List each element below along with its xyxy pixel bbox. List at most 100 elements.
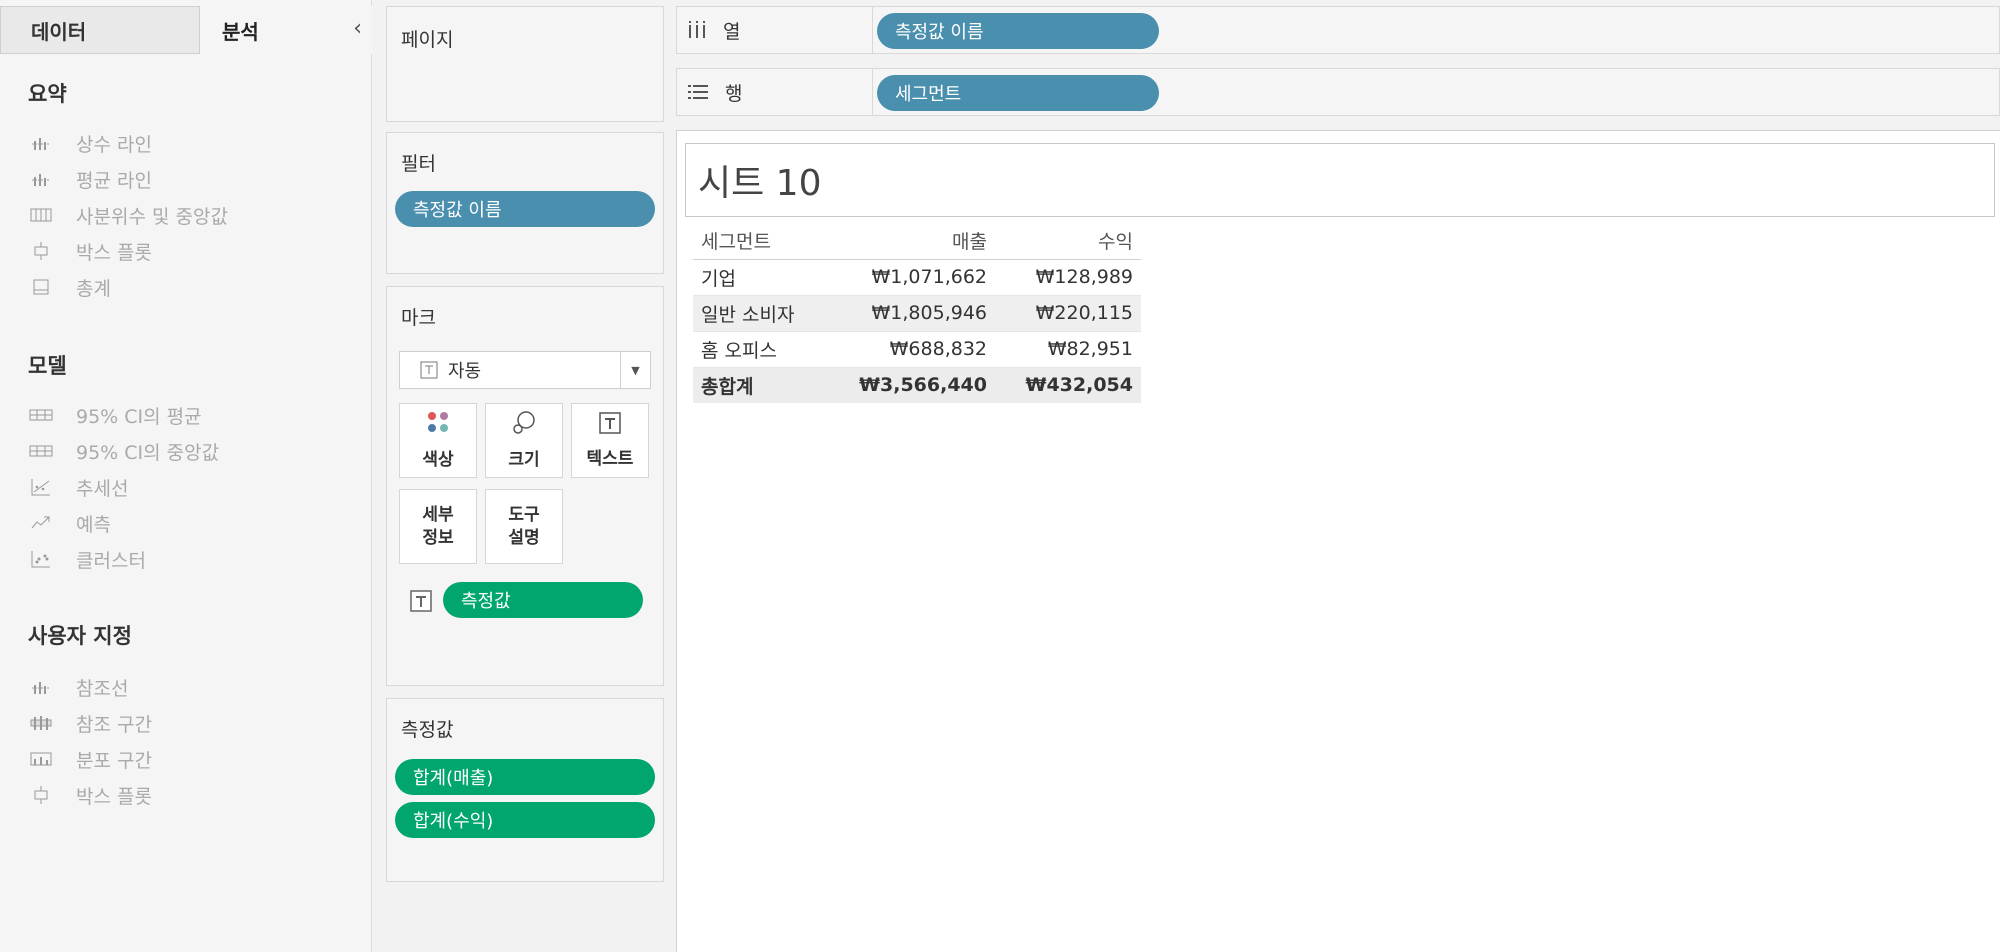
analytics-item-quartiles[interactable]: 사분위수 및 중앙값 bbox=[28, 200, 228, 230]
analytics-item-label: 참조선 bbox=[76, 677, 129, 700]
model-section-title: 모델 bbox=[28, 354, 67, 378]
columns-pill-measure-names[interactable]: 측정값 이름 bbox=[877, 13, 1159, 49]
pages-shelf[interactable]: 페이지 bbox=[386, 6, 664, 122]
sheet-title[interactable]: 시트 10 bbox=[685, 143, 1995, 217]
analytics-item-forecast[interactable]: 예측 bbox=[28, 508, 111, 538]
cell-segment: 기업 bbox=[693, 259, 835, 296]
quartile-icon bbox=[28, 204, 54, 226]
rows-shelf[interactable]: 행 세그먼트 bbox=[676, 68, 2000, 116]
analytics-item-label: 평균 라인 bbox=[76, 169, 152, 192]
tab-data[interactable]: 데이터 bbox=[0, 6, 200, 54]
text-mark-icon bbox=[409, 589, 433, 617]
sheet-view[interactable]: 시트 10 세그먼트 매출 수익 기업 ₩1,071,662 ₩128,989 … bbox=[676, 130, 2000, 952]
rows-pill-segment[interactable]: 세그먼트 bbox=[877, 75, 1159, 111]
analytics-item-label: 95% CI의 중앙값 bbox=[76, 441, 220, 464]
analytics-item-constant-line[interactable]: 상수 라인 bbox=[28, 128, 152, 158]
tableau-workspace: 데이터 분석 ‹ 요약 상수 라인 평균 라인 사분위수 및 중앙값 박스 플롯… bbox=[0, 0, 2000, 952]
analytics-item-trend-line[interactable]: 추세선 bbox=[28, 472, 128, 502]
analytics-item-average-line[interactable]: 평균 라인 bbox=[28, 164, 152, 194]
grand-total-row[interactable]: 총합계 ₩3,566,440 ₩432,054 bbox=[693, 366, 1141, 403]
marks-color-button[interactable]: 색상 bbox=[399, 403, 477, 478]
header-sales[interactable]: 매출 bbox=[835, 223, 995, 260]
reference-band-icon bbox=[28, 712, 54, 734]
crosstab-table: 세그먼트 매출 수익 기업 ₩1,071,662 ₩128,989 일반 소비자… bbox=[693, 223, 1141, 403]
marks-size-button[interactable]: 크기 bbox=[485, 403, 563, 478]
collapse-pane-icon[interactable]: ‹ bbox=[353, 16, 362, 41]
analytics-item-reference-line[interactable]: 참조선 bbox=[28, 672, 128, 702]
analytics-item-label: 예측 bbox=[76, 513, 111, 536]
filter-pill-measure-names[interactable]: 측정값 이름 bbox=[395, 191, 655, 227]
mark-type-dropdown[interactable]: 자동 ▼ bbox=[399, 351, 651, 389]
marks-pill-measure-values[interactable]: 측정값 bbox=[443, 582, 643, 618]
cell-profit: ₩220,115 bbox=[995, 295, 1141, 332]
filters-shelf[interactable]: 필터 측정값 이름 bbox=[386, 132, 664, 274]
analytics-item-box-plot-custom[interactable]: 박스 플롯 bbox=[28, 780, 152, 810]
cell-profit: ₩128,989 bbox=[995, 259, 1141, 296]
analytics-item-ci-median[interactable]: 95% CI의 중앙값 bbox=[28, 436, 219, 466]
table-row[interactable]: 홈 오피스 ₩688,832 ₩82,951 bbox=[693, 331, 1141, 368]
box-plot-icon bbox=[28, 784, 54, 806]
marks-card: 마크 자동 ▼ 색상 크기 텍스트 세부 정보 도구 설명 측정값 bbox=[386, 286, 664, 686]
header-segment[interactable]: 세그먼트 bbox=[693, 223, 835, 260]
color-icon bbox=[425, 410, 451, 442]
table-header-row: 세그먼트 매출 수익 bbox=[693, 223, 1141, 260]
ci-icon bbox=[28, 440, 54, 462]
analytics-item-distribution-band[interactable]: 분포 구간 bbox=[28, 744, 152, 774]
size-icon bbox=[511, 410, 537, 442]
reference-line-icon bbox=[28, 132, 54, 154]
analytics-item-label: 박스 플롯 bbox=[76, 785, 152, 808]
average-line-icon bbox=[28, 168, 54, 190]
analytics-item-reference-band[interactable]: 참조 구간 bbox=[28, 708, 152, 738]
analytics-item-totals[interactable]: 총계 bbox=[28, 272, 111, 302]
filters-shelf-title: 필터 bbox=[401, 153, 436, 175]
analytics-item-label: 박스 플롯 bbox=[76, 241, 152, 264]
columns-shelf-text: 열 bbox=[723, 20, 741, 43]
cell-segment: 홈 오피스 bbox=[693, 331, 835, 368]
tab-analysis[interactable]: 분석 bbox=[200, 6, 372, 54]
cell-total-label: 총합계 bbox=[693, 366, 835, 403]
marks-text-button[interactable]: 텍스트 bbox=[571, 403, 649, 478]
marks-tooltip-button[interactable]: 도구 설명 bbox=[485, 489, 563, 564]
measure-values-title: 측정값 bbox=[401, 719, 454, 741]
cell-sales: ₩1,805,946 bbox=[835, 295, 995, 332]
header-profit[interactable]: 수익 bbox=[995, 223, 1141, 260]
rows-shelf-text: 행 bbox=[725, 82, 743, 105]
analytics-item-label: 분포 구간 bbox=[76, 749, 152, 772]
rows-shelf-label: 행 bbox=[677, 69, 873, 115]
tab-analysis-label: 분석 bbox=[222, 19, 259, 44]
chevron-down-icon[interactable]: ▼ bbox=[620, 352, 650, 388]
analytics-item-label: 상수 라인 bbox=[76, 133, 152, 156]
measure-values-shelf: 측정값 합계(매출) 합계(수익) bbox=[386, 698, 664, 882]
marks-card-title: 마크 bbox=[401, 307, 436, 329]
cell-total-sales: ₩3,566,440 bbox=[835, 366, 995, 403]
custom-section-title: 사용자 지정 bbox=[28, 624, 132, 648]
totals-icon bbox=[28, 276, 54, 298]
cell-segment: 일반 소비자 bbox=[693, 295, 835, 332]
summary-section-title: 요약 bbox=[28, 82, 67, 106]
reference-line-icon bbox=[28, 676, 54, 698]
table-row[interactable]: 일반 소비자 ₩1,805,946 ₩220,115 bbox=[693, 295, 1141, 332]
analytics-item-label: 95% CI의 평균 bbox=[76, 405, 202, 428]
distribution-band-icon bbox=[28, 748, 54, 770]
cell-sales: ₩1,071,662 bbox=[835, 259, 995, 296]
measure-pill-sales[interactable]: 합계(매출) bbox=[395, 759, 655, 795]
mark-type-icon bbox=[420, 361, 438, 379]
marks-color-label: 색상 bbox=[422, 449, 454, 470]
cell-total-profit: ₩432,054 bbox=[995, 366, 1141, 403]
marks-detail-label-1: 세부 bbox=[422, 505, 454, 526]
analytics-item-label: 클러스터 bbox=[76, 549, 146, 572]
columns-shelf[interactable]: 열 측정값 이름 bbox=[676, 6, 2000, 54]
ci-icon bbox=[28, 404, 54, 426]
marks-text-label: 텍스트 bbox=[586, 448, 634, 469]
marks-detail-label-2: 정보 bbox=[422, 527, 454, 548]
analytics-item-cluster[interactable]: 클러스터 bbox=[28, 544, 146, 574]
analytics-item-box-plot[interactable]: 박스 플롯 bbox=[28, 236, 152, 266]
pages-shelf-title: 페이지 bbox=[401, 29, 454, 51]
analytics-item-ci-mean[interactable]: 95% CI의 평균 bbox=[28, 400, 202, 430]
table-row[interactable]: 기업 ₩1,071,662 ₩128,989 bbox=[693, 259, 1141, 296]
marks-detail-button[interactable]: 세부 정보 bbox=[399, 489, 477, 564]
measure-pill-profit[interactable]: 합계(수익) bbox=[395, 802, 655, 838]
cell-sales: ₩688,832 bbox=[835, 331, 995, 368]
analytics-item-label: 참조 구간 bbox=[76, 713, 152, 736]
forecast-icon bbox=[28, 512, 54, 534]
